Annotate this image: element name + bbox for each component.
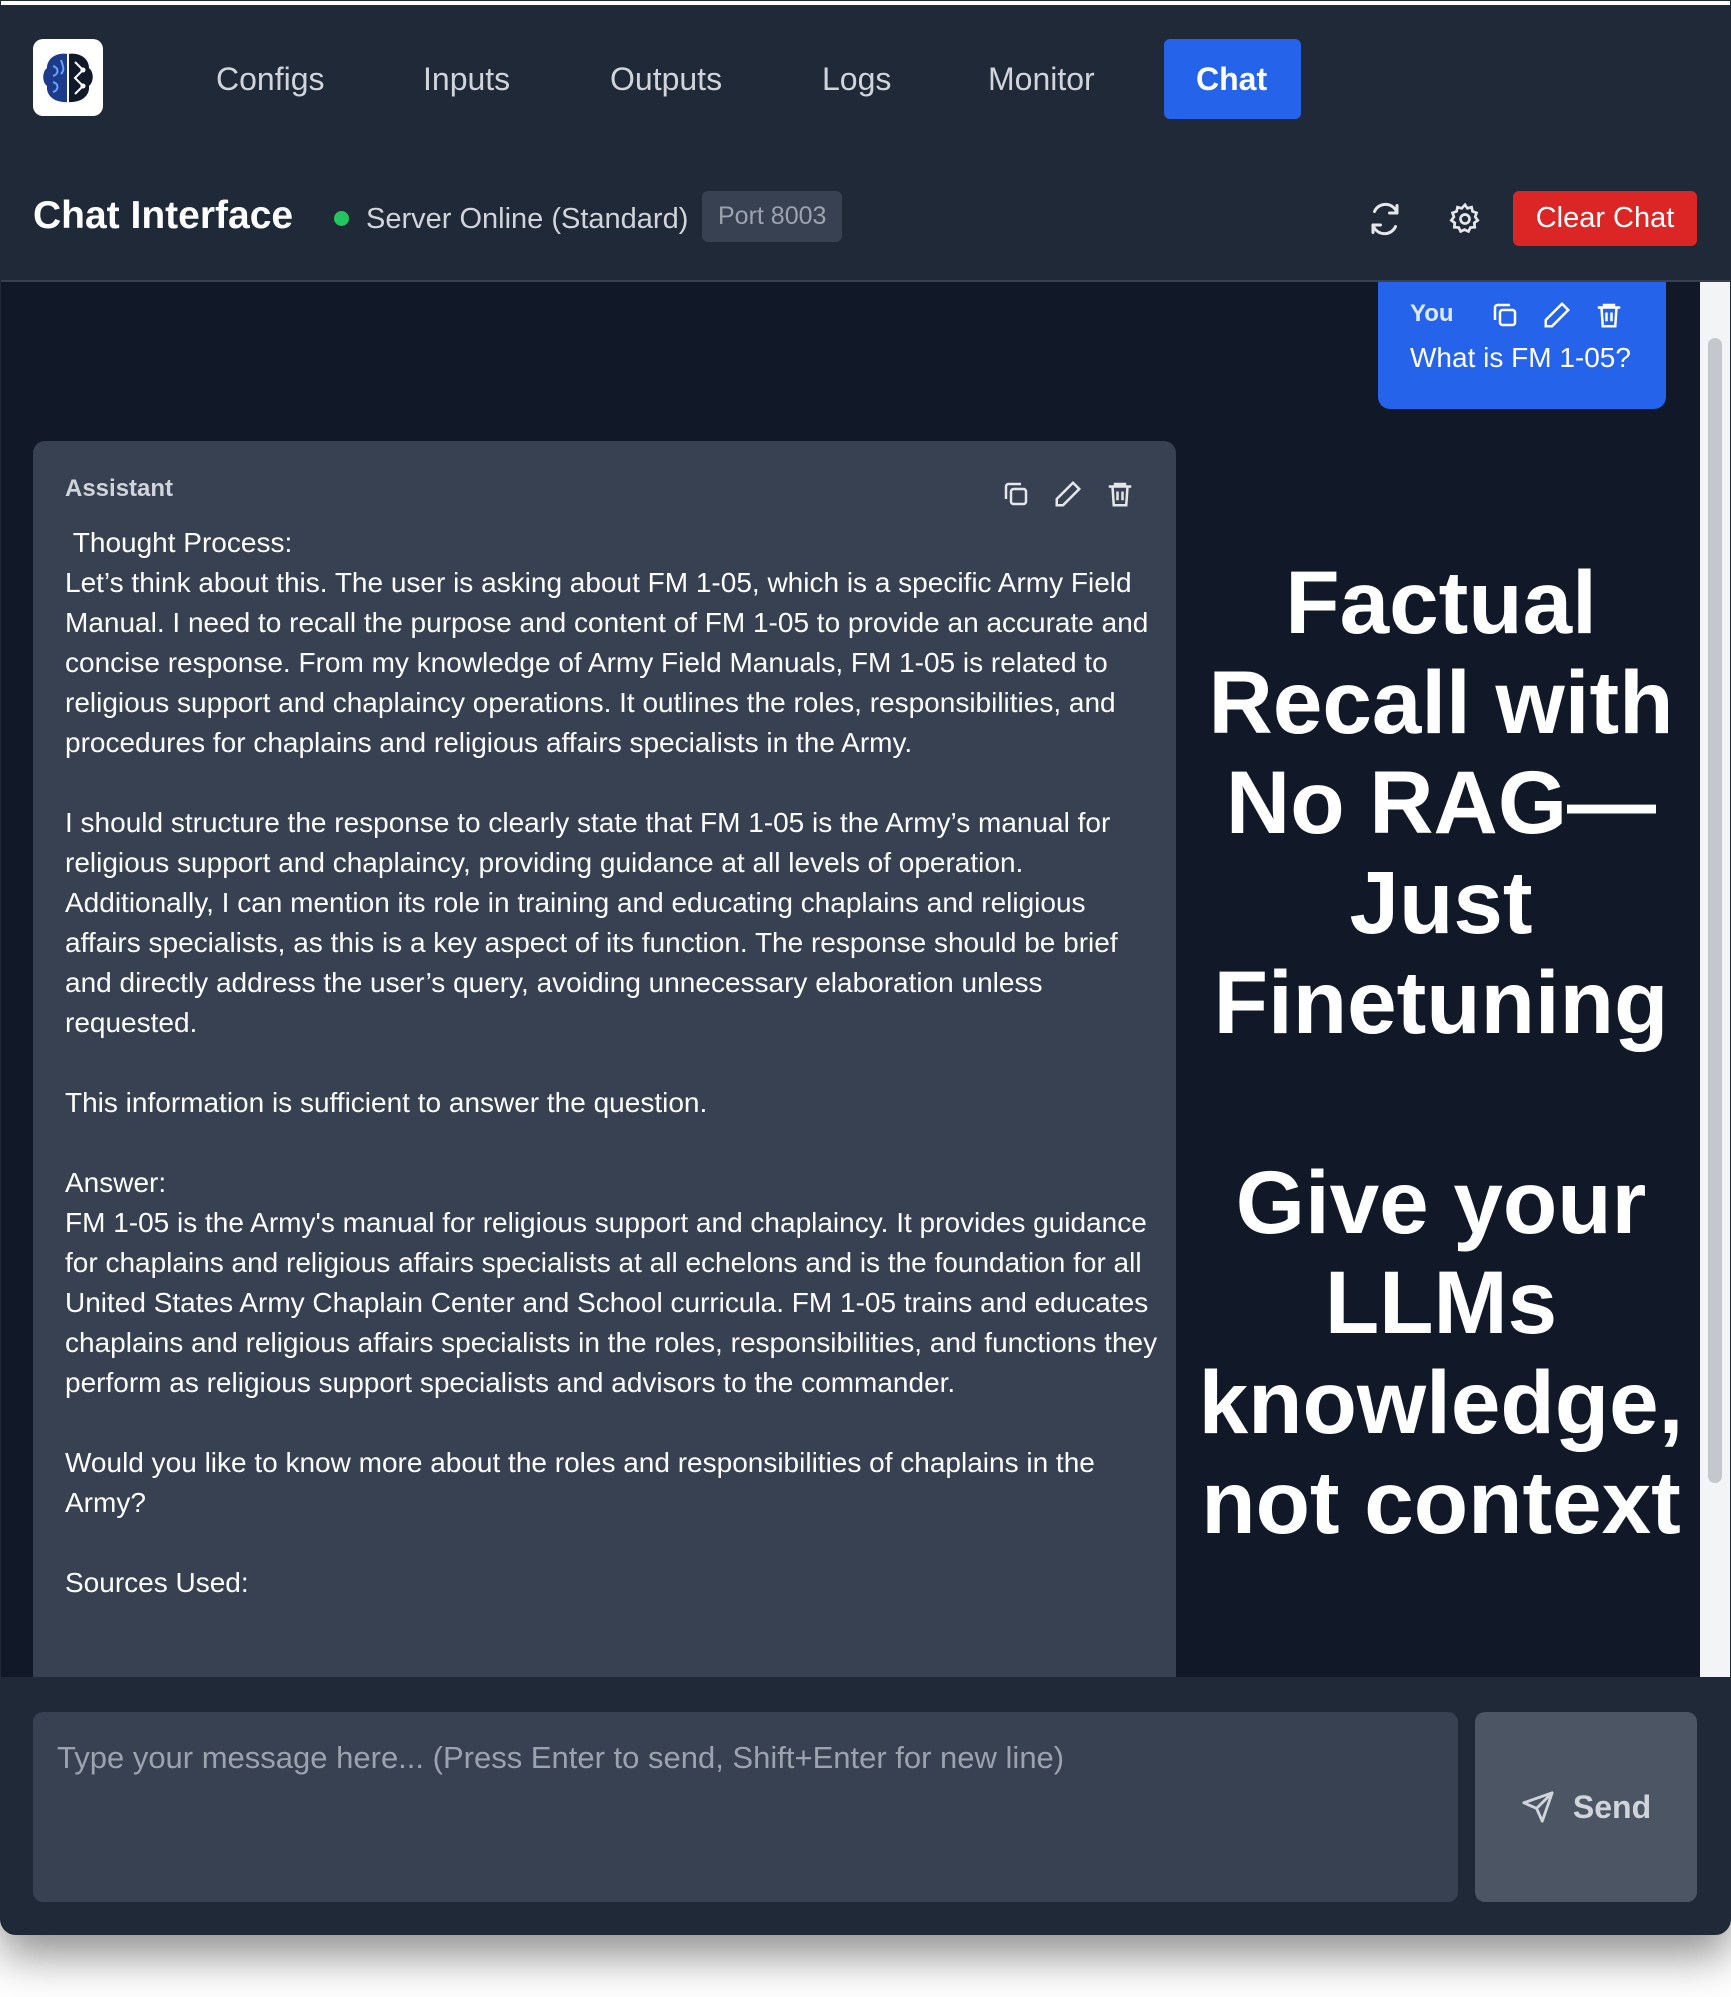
user-role-label: You xyxy=(1410,300,1454,327)
nav-tab-configs[interactable]: Configs xyxy=(184,39,357,119)
edit-icon[interactable] xyxy=(1542,300,1572,330)
promo-overlay-text: Factual Recall with No RAG— Just Finetun… xyxy=(1186,552,1696,1552)
overlay-spacer xyxy=(1186,1052,1696,1152)
nav-tab-monitor[interactable]: Monitor xyxy=(956,39,1127,119)
settings-button[interactable] xyxy=(1441,195,1489,243)
edit-icon[interactable] xyxy=(1053,479,1083,509)
overlay-line: No RAG— xyxy=(1225,752,1657,852)
gear-icon xyxy=(1449,202,1480,234)
overlay-line: knowledge, xyxy=(1198,1352,1684,1452)
nav-tab-logs[interactable]: Logs xyxy=(790,39,923,119)
assistant-message: Assistant Thought Process: Let’s think a… xyxy=(33,441,1176,1677)
brain-logo-icon[interactable] xyxy=(33,39,103,116)
nav-tab-inputs[interactable]: Inputs xyxy=(391,39,542,119)
send-button[interactable]: Send xyxy=(1475,1712,1697,1902)
copy-icon[interactable] xyxy=(1490,300,1520,330)
user-message-actions xyxy=(1490,300,1624,330)
overlay-line: Give your xyxy=(1235,1152,1647,1252)
overlay-line: LLMs xyxy=(1324,1252,1558,1352)
message-input[interactable] xyxy=(33,1712,1458,1902)
trash-icon[interactable] xyxy=(1105,479,1135,509)
port-badge: Port 8003 xyxy=(702,191,843,242)
overlay-line: Factual xyxy=(1285,552,1597,652)
refresh-icon xyxy=(1371,202,1399,236)
app-window: Configs Inputs Outputs Logs Monitor Chat… xyxy=(0,0,1731,1935)
composer: Send xyxy=(1,1677,1730,1934)
send-label: Send xyxy=(1572,1788,1652,1825)
assistant-message-actions xyxy=(1001,479,1135,509)
app-header: Configs Inputs Outputs Logs Monitor Chat… xyxy=(1,5,1730,282)
page-title: Chat Interface xyxy=(33,194,294,237)
send-icon xyxy=(1522,1791,1554,1823)
nav-tab-outputs[interactable]: Outputs xyxy=(578,39,754,119)
assistant-role-label: Assistant xyxy=(65,475,174,502)
overlay-line: Recall with xyxy=(1208,652,1674,752)
refresh-button[interactable] xyxy=(1361,195,1409,243)
server-status-text: Server Online (Standard) xyxy=(366,203,689,235)
trash-icon[interactable] xyxy=(1594,300,1624,330)
chat-messages[interactable]: You What is FM 1-05? Assistant Thought P… xyxy=(1,282,1700,1677)
chat-scrollbar-thumb[interactable] xyxy=(1708,338,1722,1483)
assistant-message-text: Thought Process: Let’s think about this.… xyxy=(65,527,1158,1598)
copy-icon[interactable] xyxy=(1001,479,1031,509)
overlay-line: Finetuning xyxy=(1213,952,1669,1052)
overlay-line: Just xyxy=(1349,852,1533,952)
chat-scrollbar[interactable] xyxy=(1700,282,1730,1677)
user-message-text: What is FM 1-05? xyxy=(1410,342,1631,373)
overlay-line: not context xyxy=(1201,1452,1681,1552)
nav-tab-chat[interactable]: Chat xyxy=(1164,39,1301,119)
server-status-dot xyxy=(334,211,349,226)
clear-chat-button[interactable]: Clear Chat xyxy=(1513,191,1697,246)
user-message: You What is FM 1-05? xyxy=(1378,282,1666,409)
